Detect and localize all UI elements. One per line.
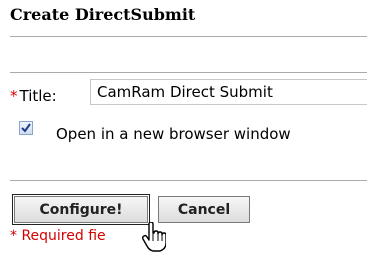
title-label: Title: — [19, 87, 57, 105]
divider-bottom — [10, 180, 367, 181]
page-title: Create DirectSubmit — [10, 5, 196, 24]
divider-top — [10, 36, 367, 37]
title-input[interactable] — [90, 79, 367, 105]
cancel-button[interactable]: Cancel — [158, 196, 250, 223]
open-new-window-label: Open in a new browser window — [56, 125, 291, 143]
checkmark-icon — [21, 123, 31, 133]
configure-button[interactable]: Configure! — [12, 194, 150, 225]
title-field-row: * Title: — [10, 83, 57, 109]
hand-pointer-icon — [142, 222, 166, 252]
required-fields-note: * Required fie — [10, 228, 106, 244]
open-new-window-checkbox[interactable] — [19, 121, 33, 135]
required-marker: * — [10, 87, 18, 105]
divider-middle — [10, 72, 367, 73]
